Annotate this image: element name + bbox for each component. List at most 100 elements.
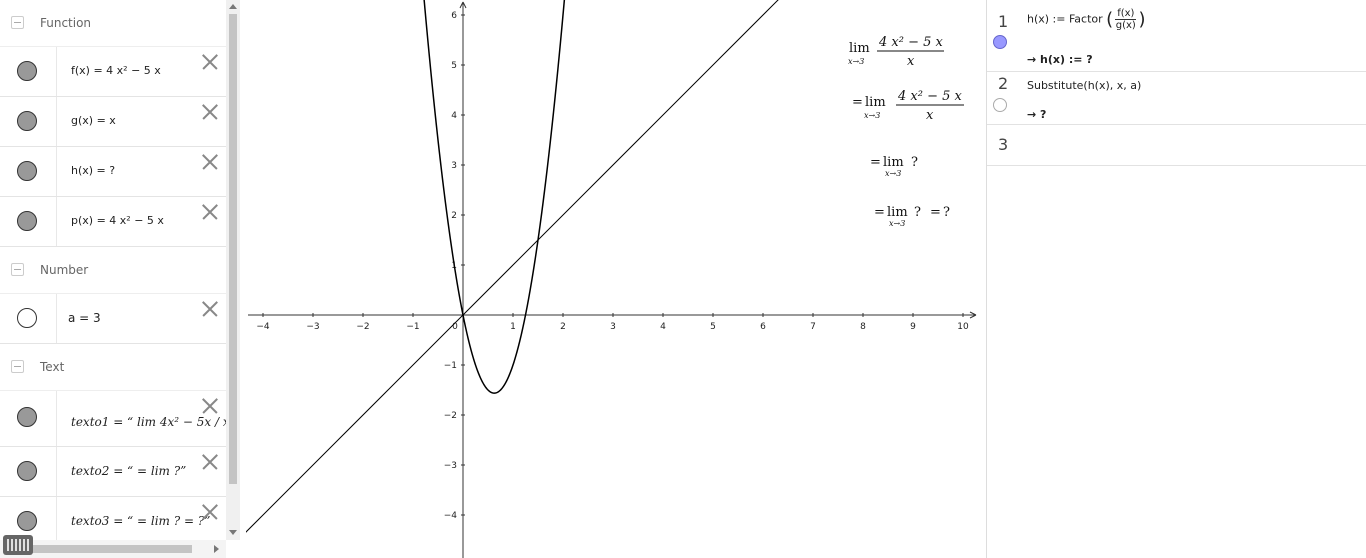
- y-tick-label: 2: [451, 211, 457, 221]
- row-number: 3: [998, 135, 1009, 154]
- category-text[interactable]: Text: [0, 344, 226, 391]
- definition[interactable]: p(x) = 4 x² − 5 x: [71, 214, 164, 227]
- algebra-row-f[interactable]: f(x) = 4 x² − 5 x: [0, 47, 226, 97]
- category-label: Text: [40, 360, 65, 374]
- algebra-row-texto3[interactable]: texto3 = “ = lim ? = ?”: [0, 497, 226, 540]
- category-number[interactable]: Number: [0, 247, 226, 294]
- visibility-toggle[interactable]: [17, 308, 37, 328]
- x-tick-label: 1: [510, 322, 516, 332]
- visibility-toggle[interactable]: [17, 461, 37, 481]
- collapse-icon[interactable]: [11, 263, 24, 276]
- delete-icon[interactable]: [201, 153, 219, 171]
- show-in-graphics-toggle[interactable]: [993, 98, 1007, 112]
- scroll-right-icon[interactable]: [214, 545, 219, 553]
- algebra-row-a[interactable]: a = 3: [0, 294, 226, 344]
- axes: −4 −3 −2 −1 0 1 2 3 4 5 6 7 8 9 10654321−1−2−3−4: [248, 1, 977, 558]
- definition[interactable]: texto1 = “ lim 4x² − 5x / x: [71, 415, 226, 429]
- equals-sign: =: [874, 205, 885, 220]
- x-tick-label: 2: [560, 322, 566, 332]
- keyboard-icon[interactable]: [3, 535, 33, 555]
- definition[interactable]: f(x) = 4 x² − 5 x: [71, 64, 161, 77]
- delete-icon[interactable]: [201, 503, 219, 521]
- fraction-numerator: 4 x² − 5 x: [897, 89, 963, 104]
- question-mark: ?: [943, 205, 950, 220]
- x-tick-label: 5: [710, 322, 716, 332]
- curves: [246, 0, 779, 533]
- fraction-numerator: 4 x² − 5 x: [878, 35, 944, 50]
- x-tick-label: −2: [356, 322, 369, 332]
- visibility-toggle[interactable]: [17, 111, 37, 131]
- lim-subscript: x→3: [848, 57, 864, 66]
- definition[interactable]: texto2 = “ = lim ?”: [71, 464, 186, 478]
- cas-input[interactable]: Substitute(h(x), x, a): [1027, 79, 1141, 92]
- algebra-vertical-scrollbar[interactable]: [226, 0, 240, 540]
- scroll-thumb[interactable]: [229, 14, 237, 484]
- cas-row-2[interactable]: 2 Substitute(h(x), x, a) → ?: [987, 72, 1366, 125]
- fraction-denominator: g(x): [1115, 20, 1136, 31]
- row-number: 1: [998, 12, 1009, 31]
- curve-g: [246, 0, 779, 533]
- algebra-row-h[interactable]: h(x) = ?: [0, 147, 226, 197]
- row-number: 2: [998, 74, 1009, 93]
- text-texto1[interactable]: lim x→3 4 x² − 5 x x: [848, 35, 944, 69]
- collapse-icon[interactable]: [11, 16, 24, 29]
- y-tick-label: 3: [451, 161, 457, 171]
- algebra-view: Function f(x) = 4 x² − 5 x g(x) = x h(x)…: [0, 0, 227, 540]
- x-tick-label: −3: [306, 322, 319, 332]
- delete-icon[interactable]: [201, 397, 219, 415]
- x-tick-label: 9: [910, 322, 916, 332]
- text-texto3[interactable]: = lim x→3 ? = ?: [874, 205, 950, 228]
- delete-icon[interactable]: [201, 203, 219, 221]
- fraction-denominator: x: [926, 108, 934, 123]
- equals-sign: =: [870, 155, 881, 170]
- question-mark: ?: [914, 205, 921, 220]
- cas-output: → h(x) := ?: [1027, 53, 1093, 66]
- lim-label: lim: [849, 41, 870, 56]
- y-tick-label: 4: [451, 111, 457, 121]
- limit-texts: lim x→3 4 x² − 5 x x = lim x→3 4 x² − 5 …: [848, 35, 964, 228]
- cas-view: 1 h(x) := Factor (f(x) g(x)) → h(x) := ? …: [986, 0, 1366, 558]
- definition[interactable]: a = 3: [68, 311, 101, 325]
- delete-icon[interactable]: [201, 300, 219, 318]
- category-label: Function: [40, 16, 92, 30]
- graphics-view[interactable]: −4 −3 −2 −1 0 1 2 3 4 5 6 7 8 9 10654321−1−2−3−4 lim x…: [246, 0, 980, 558]
- visibility-toggle[interactable]: [17, 161, 37, 181]
- algebra-row-p[interactable]: p(x) = 4 x² − 5 x: [0, 197, 226, 247]
- cas-row-3[interactable]: 3: [987, 125, 1366, 166]
- visibility-toggle[interactable]: [17, 407, 37, 427]
- algebra-horizontal-scrollbar[interactable]: [0, 540, 226, 558]
- collapse-icon[interactable]: [11, 360, 24, 373]
- scroll-up-icon[interactable]: [229, 4, 237, 9]
- text-texto2[interactable]: = lim x→3 ?: [870, 155, 918, 178]
- algebra-row-texto1[interactable]: texto1 = “ lim 4x² − 5x / x: [0, 391, 226, 447]
- scroll-down-icon[interactable]: [229, 530, 237, 535]
- delete-icon[interactable]: [201, 453, 219, 471]
- text-texto1-repeat[interactable]: = lim x→3 4 x² − 5 x x: [852, 89, 964, 123]
- x-tick-label: 4: [660, 322, 666, 332]
- x-tick-label: 6: [760, 322, 766, 332]
- y-tick-label: 6: [451, 11, 457, 21]
- y-tick-label: −2: [444, 411, 457, 421]
- y-tick-label: 5: [451, 61, 457, 71]
- x-tick-label: 8: [860, 322, 866, 332]
- delete-icon[interactable]: [201, 103, 219, 121]
- visibility-toggle[interactable]: [17, 61, 37, 81]
- show-in-graphics-toggle[interactable]: [993, 35, 1007, 49]
- visibility-toggle[interactable]: [17, 211, 37, 231]
- scroll-thumb[interactable]: [32, 545, 192, 553]
- algebra-row-g[interactable]: g(x) = x: [0, 97, 226, 147]
- definition[interactable]: g(x) = x: [71, 114, 116, 127]
- lim-subscript: x→3: [864, 111, 880, 120]
- cas-input[interactable]: h(x) := Factor (f(x) g(x)): [1027, 8, 1145, 31]
- algebra-row-texto2[interactable]: texto2 = “ = lim ?”: [0, 447, 226, 497]
- definition[interactable]: h(x) = ?: [71, 164, 115, 177]
- x-tick-label: 3: [610, 322, 616, 332]
- definition[interactable]: texto3 = “ = lim ? = ?”: [71, 514, 210, 528]
- delete-icon[interactable]: [201, 53, 219, 71]
- visibility-toggle[interactable]: [17, 511, 37, 531]
- fraction-denominator: x: [907, 54, 915, 69]
- x-tick-label: −1: [406, 322, 419, 332]
- cas-row-1[interactable]: 1 h(x) := Factor (f(x) g(x)) → h(x) := ?: [987, 0, 1366, 72]
- lim-subscript: x→3: [889, 219, 905, 228]
- category-function[interactable]: Function: [0, 0, 226, 47]
